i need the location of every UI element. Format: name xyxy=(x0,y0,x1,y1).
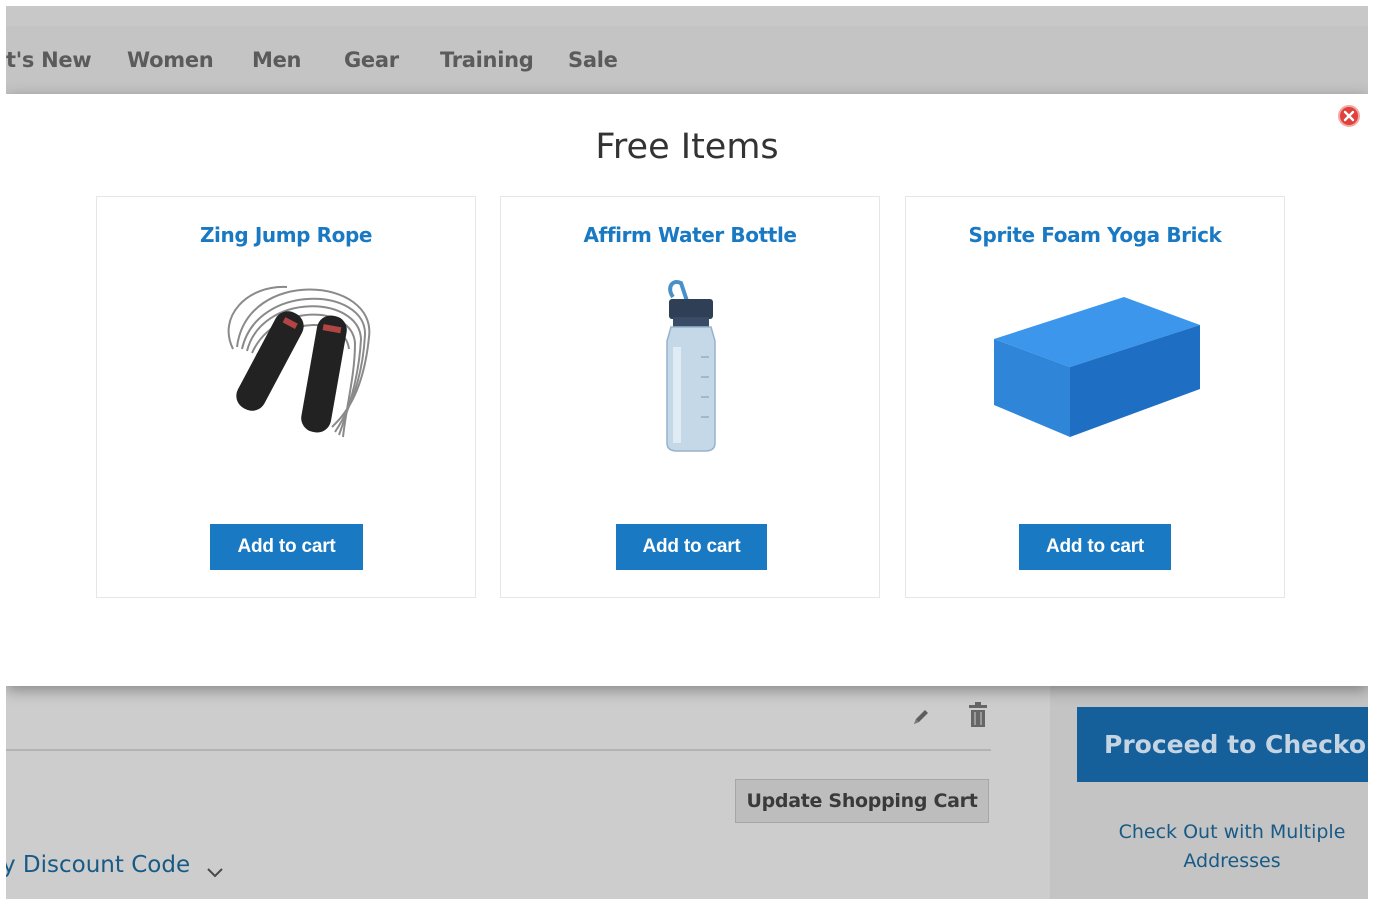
trash-icon[interactable] xyxy=(967,702,989,728)
top-strip xyxy=(6,6,1368,26)
page-frame: t's New Women Men Gear Training Sale Upd… xyxy=(6,6,1368,899)
close-icon[interactable] xyxy=(1338,105,1360,127)
pencil-icon[interactable] xyxy=(910,706,932,728)
proceed-to-checkout-button[interactable]: Proceed to Checkout xyxy=(1077,707,1368,782)
nav-item-training[interactable]: Training xyxy=(440,48,534,72)
add-to-cart-button[interactable]: Add to cart xyxy=(616,524,767,570)
free-items-modal: Free Items Zing Jump Rope Add to cart Af… xyxy=(6,94,1368,686)
checkout-multiple-addresses-link[interactable]: Check Out with Multiple Addresses xyxy=(1100,818,1364,876)
cart-divider xyxy=(6,749,991,751)
yoga-brick-image[interactable] xyxy=(906,277,1284,477)
chevron-down-icon xyxy=(206,859,224,878)
water-bottle-image[interactable] xyxy=(501,277,879,477)
nav-item-sale[interactable]: Sale xyxy=(568,48,618,72)
product-name-link[interactable]: Zing Jump Rope xyxy=(97,223,475,247)
nav-item-whats-new[interactable]: t's New xyxy=(6,48,92,72)
discount-code-toggle[interactable]: y Discount Code xyxy=(6,852,224,878)
product-card: Affirm Water Bottle Add to cart xyxy=(500,196,880,598)
nav-item-men[interactable]: Men xyxy=(252,48,302,72)
product-name-link[interactable]: Affirm Water Bottle xyxy=(501,223,879,247)
nav-item-women[interactable]: Women xyxy=(127,48,214,72)
discount-code-label: y Discount Code xyxy=(6,852,191,878)
update-shopping-cart-button[interactable]: Update Shopping Cart xyxy=(735,779,989,823)
modal-title: Free Items xyxy=(595,127,779,167)
product-card: Sprite Foam Yoga Brick Add to cart xyxy=(905,196,1285,598)
add-to-cart-button[interactable]: Add to cart xyxy=(210,524,363,570)
add-to-cart-button[interactable]: Add to cart xyxy=(1019,524,1171,570)
product-name-link[interactable]: Sprite Foam Yoga Brick xyxy=(906,223,1284,247)
jump-rope-image[interactable] xyxy=(97,277,475,477)
main-nav: t's New Women Men Gear Training Sale xyxy=(6,26,1368,94)
product-card: Zing Jump Rope Add to cart xyxy=(96,196,476,598)
nav-item-gear[interactable]: Gear xyxy=(344,48,399,72)
